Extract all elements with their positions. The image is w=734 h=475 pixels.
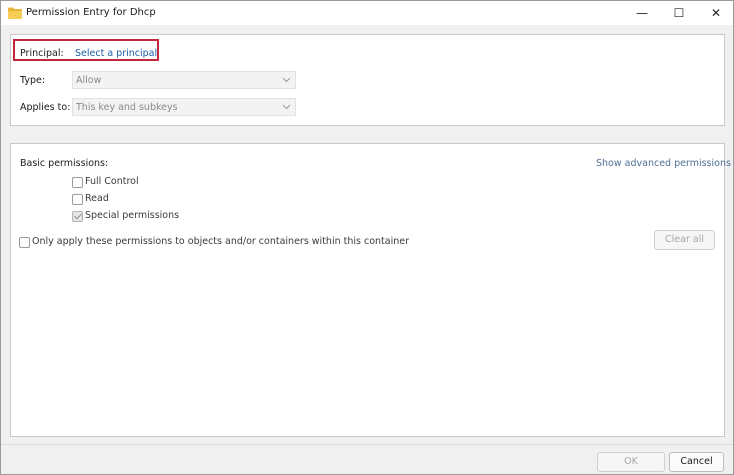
title-bar: Permission Entry for Dhcp — ☐ ✕ [1,1,733,25]
principal-label: Principal: [20,48,64,59]
ok-button[interactable]: OK [597,452,665,472]
footer-divider [1,444,733,445]
chevron-down-icon [282,104,291,110]
chevron-down-icon [282,77,291,83]
full-control-label: Full Control [85,176,139,187]
show-advanced-permissions-link[interactable]: Show advanced permissions [596,158,731,169]
type-select[interactable]: Allow [72,71,296,89]
full-control-checkbox[interactable] [72,177,83,188]
applies-to-label: Applies to: [20,102,71,113]
window-title: Permission Entry for Dhcp [26,7,156,18]
type-label: Type: [20,75,46,86]
folder-icon [8,7,22,19]
applies-to-select[interactable]: This key and subkeys [72,98,296,116]
permission-entry-dialog: Permission Entry for Dhcp — ☐ ✕ Principa… [0,0,734,475]
special-permissions-checkbox[interactable] [72,211,83,222]
only-apply-checkbox[interactable] [19,237,30,248]
permissions-panel [10,143,725,437]
clear-all-button[interactable]: Clear all [654,230,715,250]
cancel-button[interactable]: Cancel [669,452,724,472]
close-button[interactable]: ✕ [699,1,733,25]
read-checkbox[interactable] [72,194,83,205]
select-principal-link[interactable]: Select a principal [75,48,157,59]
maximize-button[interactable]: ☐ [662,1,696,25]
read-label: Read [85,193,109,204]
special-permissions-label: Special permissions [85,210,180,221]
applies-to-value: This key and subkeys [76,102,178,113]
only-apply-label: Only apply these permissions to objects … [32,236,409,247]
basic-permissions-heading: Basic permissions: [20,158,109,169]
type-value: Allow [76,75,102,86]
minimize-button[interactable]: — [625,1,659,25]
